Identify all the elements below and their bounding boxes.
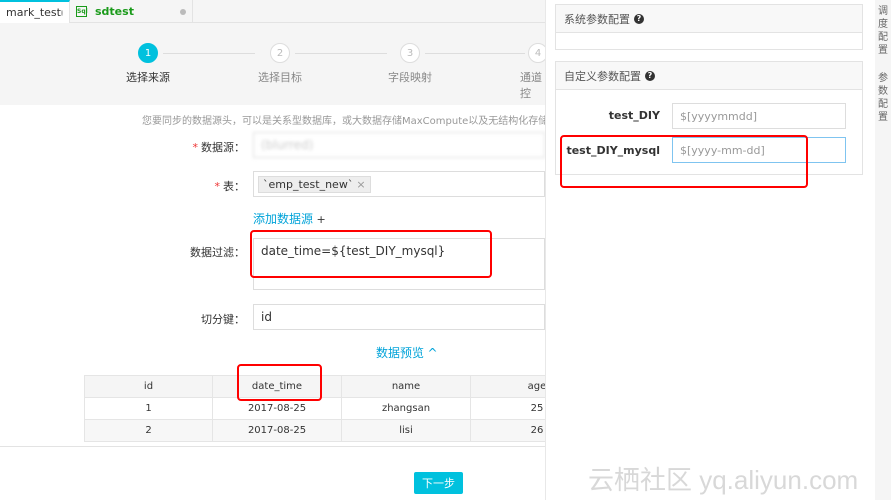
table-label: * 表： [214,180,246,193]
datasource-label: * 数据源： [192,141,246,154]
highlight-box [560,135,808,188]
step-3-circle: 3 [400,43,420,63]
highlight-box [237,364,322,401]
close-dot-icon[interactable] [180,8,186,15]
highlight-box [250,230,492,278]
step-connector [163,53,255,54]
datasource-select[interactable]: (blurred) [253,132,545,158]
description: 您要同步的数据源头，可以是关系型数据库，或大数据存储MaxCompute以及无结… [142,116,545,127]
tab-label: sdtest [95,5,134,18]
table-cell: 2 [84,419,213,442]
tab-mark-test[interactable]: mark_test [0,0,70,23]
table-row: 2 2017-08-25 lisi 26 [84,419,545,442]
chevron-up-icon: ^ [427,346,438,360]
step-2-circle: 2 [270,43,290,63]
step-2-label: 选择目标 [258,71,302,84]
table-cell: 2017-08-25 [212,419,342,442]
step-connector [425,53,525,54]
help-icon[interactable]: ? [645,70,655,81]
watermark: 云栖社区 yq.aliyun.com [588,465,859,495]
column-header: age [470,375,545,398]
next-step-button[interactable]: 下一步 [414,472,463,494]
close-dot-icon[interactable] [60,9,63,16]
tab-label: mark_test [6,6,61,19]
close-icon[interactable]: × [356,178,365,191]
filter-label: 数据过滤： [190,246,245,259]
split-key-input[interactable]: id [253,304,545,330]
table-chip: `emp_test_new` × [258,175,371,193]
data-preview-toggle[interactable]: 数据预览 ^ [376,344,438,361]
param-value-input[interactable]: $[yyyymmdd] [672,103,846,129]
column-header: id [84,375,213,398]
param-name: test_DIY [608,109,660,122]
split-key-label: 切分键： [201,313,245,326]
table-cell: 25 [470,397,545,420]
step-connector [295,53,387,54]
table-cell: 1 [84,397,213,420]
column-header: name [341,375,471,398]
step-1-circle: 1 [138,43,158,63]
step-4-label: 通道控 [520,71,542,100]
add-datasource-link[interactable]: 添加数据源 + [253,210,326,227]
table-cell: zhangsan [341,397,471,420]
sql-file-icon: Sql [76,6,88,17]
system-params-panel: 系统参数配置? [555,4,863,50]
step-1-label: 选择来源 [126,71,170,84]
panel-title: 系统参数配置 [564,12,630,26]
table-select[interactable]: `emp_test_new` × [253,171,545,197]
table-cell: 26 [470,419,545,442]
tab-sdtest[interactable]: Sql sdtest [70,0,193,23]
divider [0,446,545,447]
table-cell: lisi [341,419,471,442]
step-indicator [0,23,545,105]
help-icon[interactable]: ? [634,13,644,24]
side-tab-schedule[interactable]: 调度配置 [878,5,891,57]
step-3-label: 字段映射 [388,71,432,84]
side-tab-params[interactable]: 参数配置 [878,72,891,124]
panel-title: 自定义参数配置 [564,69,641,83]
